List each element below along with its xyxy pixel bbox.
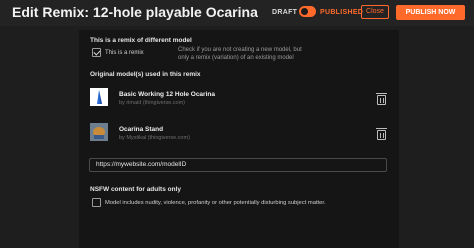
model-author-1: by rimaid (thingiverse.com) [119, 100, 186, 106]
model-url-input[interactable]: https://mywebsite.com/modelID [89, 158, 387, 172]
remix-help-line-2: only a remix (variation) of an existing … [178, 55, 294, 61]
close-button[interactable]: Close [361, 5, 389, 19]
draft-label: DRAFT [272, 9, 298, 16]
publish-now-button[interactable]: PUBLISH NOW [396, 5, 465, 20]
top-bar: Edit Remix: 12-hole playable Ocarina DRA… [0, 0, 474, 26]
publish-toggle[interactable] [299, 6, 316, 17]
remix-help-text: Check if you are not creating a new mode… [178, 46, 302, 62]
remix-heading: This is a remix of different model [90, 37, 192, 44]
remix-checkbox[interactable] [92, 48, 101, 57]
ocarina-thumbnail-icon [90, 88, 108, 106]
model-author-2: by Mystikal (thingiverse.com) [119, 135, 190, 141]
published-label: PUBLISHED [320, 9, 364, 16]
model-name-2[interactable]: Ocarina Stand [119, 126, 163, 133]
nsfw-heading: NSFW content for adults only [90, 186, 181, 193]
stand-thumbnail-icon [90, 123, 108, 141]
originals-heading: Original model(s) used in this remix [90, 71, 201, 78]
model-thumbnail-ocarina[interactable] [90, 88, 108, 106]
nsfw-checkbox-label: Model includes nudity, violence, profani… [105, 200, 326, 206]
model-name-1[interactable]: Basic Working 12 Hole Ocarina [119, 91, 215, 98]
page-title: Edit Remix: 12-hole playable Ocarina [12, 4, 258, 20]
model-thumbnail-stand[interactable] [90, 123, 108, 141]
remix-checkbox-label: This is a remix [105, 50, 144, 56]
remix-help-line-1: Check if you are not creating a new mode… [178, 47, 302, 53]
trash-icon[interactable] [376, 93, 387, 105]
nsfw-checkbox[interactable] [92, 198, 101, 207]
toggle-knob [301, 8, 308, 15]
checkmark-icon [93, 48, 101, 56]
trash-icon[interactable] [376, 128, 387, 140]
